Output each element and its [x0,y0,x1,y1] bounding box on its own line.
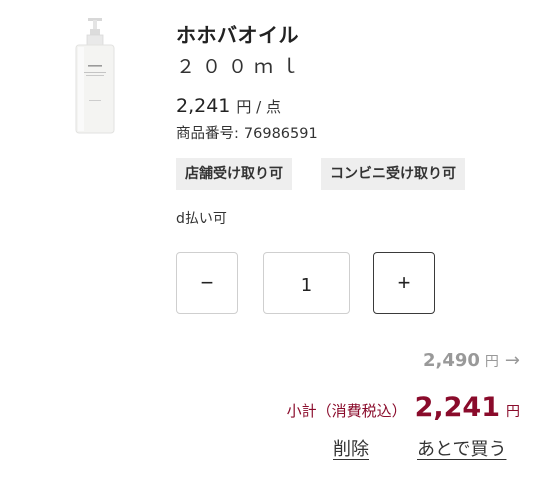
subtotal-label: 小計（消費税込） [286,402,407,420]
payment-note: d払い可 [176,211,227,227]
product-code-label: 商品番号: [176,126,239,142]
bottle-illustration [75,18,115,134]
original-price-unit: 円 [484,354,499,370]
increase-quantity-button[interactable]: + [373,252,435,314]
save-for-later-link[interactable]: あとで買う [417,435,506,461]
original-price: 2,490 円 → [423,350,520,371]
price-unit: 円 / 点 [236,98,281,116]
arrow-right-icon: → [504,350,520,371]
subtotal-unit: 円 [506,404,520,420]
decrease-quantity-button[interactable]: − [176,252,238,314]
convenience-pickup-badge: コンビニ受け取り可 [321,158,465,190]
product-code: 商品番号: 76986591 [176,122,318,143]
cart-item: ホホバオイル ２００ｍｌ 2,241 円 / 点 商品番号: 76986591 店舗… [0,0,550,501]
product-image[interactable] [66,16,128,134]
store-pickup-badge: 店舗受け取り可 [176,158,292,190]
subtotal: 小計（消費税込） 2,241 円 [287,392,520,423]
product-code-value: 76986591 [243,126,318,142]
original-price-value: 2,490 [422,350,480,371]
delete-link[interactable]: 削除 [333,435,369,461]
subtotal-value: 2,241 [414,392,500,423]
price-value: 2,241 [176,95,231,117]
unit-price: 2,241 円 / 点 [176,95,281,117]
product-name[interactable]: ホホバオイル [176,19,299,48]
product-variant: ２００ｍｌ [176,56,307,78]
quantity-input[interactable] [263,252,350,314]
